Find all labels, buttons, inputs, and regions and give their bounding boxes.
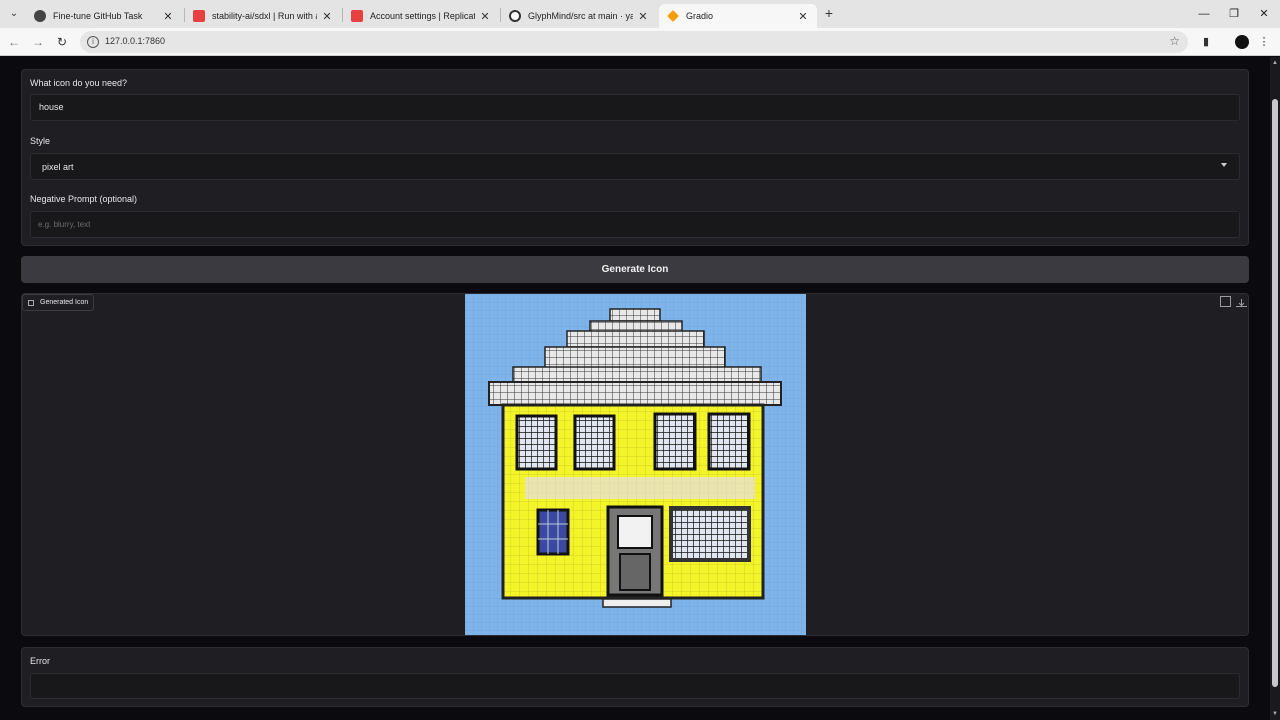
generated-icon-label: Generated Icon (22, 294, 95, 311)
page-scrollbar[interactable]: ▲ ▼ (1270, 57, 1280, 720)
style-label: Style (30, 136, 51, 146)
browser-toolbar: ← → ↻ i 127.0.0.1:7860 ☆ ▮ ⋮ (0, 28, 1280, 56)
openai-icon (34, 10, 46, 22)
close-tab-icon[interactable]: ✕ (162, 10, 174, 23)
negative-prompt-label: Negative Prompt (optional) (30, 194, 138, 204)
browser-menu-icon[interactable]: ⋮ (1256, 34, 1272, 50)
restore-icon[interactable]: ❐ (1226, 6, 1242, 22)
style-value: pixel art (42, 162, 74, 172)
pixel-art-house-icon (465, 294, 806, 635)
replicate-icon (351, 10, 363, 22)
tab-gradio[interactable]: Gradio ✕ (659, 4, 817, 28)
close-tab-icon[interactable]: ✕ (637, 10, 649, 23)
forward-icon[interactable]: → (30, 34, 46, 50)
tab-fine-tune-github-task[interactable]: Fine-tune GitHub Task ✕ (26, 4, 182, 28)
gradio-app: What icon do you need? house Style pixel… (0, 57, 1280, 720)
image-icon (28, 299, 34, 306)
style-dropdown[interactable]: pixel art (30, 153, 1240, 180)
minimize-icon[interactable]: — (1196, 6, 1212, 22)
prompt-input[interactable]: house (30, 94, 1240, 121)
negative-prompt-input[interactable]: e.g. blurry, text (30, 211, 1240, 238)
replicate-icon (193, 10, 205, 22)
generate-icon-button[interactable]: Generate Icon (21, 256, 1249, 283)
negative-prompt-placeholder: e.g. blurry, text (38, 220, 91, 229)
tab-title: Gradio (686, 11, 714, 21)
prompt-value: house (39, 102, 64, 112)
error-panel: Error (21, 647, 1249, 707)
download-icon[interactable] (1236, 296, 1247, 307)
close-tab-icon[interactable]: ✕ (797, 10, 809, 23)
error-output (30, 673, 1240, 699)
profile-avatar[interactable] (1235, 35, 1249, 49)
tab-title: Fine-tune GitHub Task (53, 11, 143, 21)
browser-tab-bar: ⌄ Fine-tune GitHub Task ✕ stability-ai/s… (0, 0, 1280, 28)
tab-title: GlyphMind/src at main · yadukr (528, 11, 633, 21)
tab-title: stability-ai/sdxl | Run with an API (212, 11, 317, 21)
github-icon (509, 10, 521, 22)
close-window-icon[interactable]: ✕ (1256, 6, 1272, 22)
scroll-down-icon[interactable]: ▼ (1272, 711, 1278, 717)
scrollbar-thumb[interactable] (1272, 99, 1278, 687)
bookmark-star-icon[interactable]: ☆ (1169, 34, 1180, 48)
error-label: Error (30, 656, 50, 666)
site-info-icon[interactable]: i (87, 36, 99, 48)
close-tab-icon[interactable]: ✕ (479, 10, 491, 23)
fullscreen-icon[interactable] (1220, 296, 1231, 307)
tab-search-chevron-icon[interactable]: ⌄ (6, 6, 22, 22)
tab-stability-ai-sdxl[interactable]: stability-ai/sdxl | Run with an API ✕ (185, 4, 341, 28)
reload-icon[interactable]: ↻ (54, 34, 70, 50)
address-bar[interactable]: i 127.0.0.1:7860 ☆ (80, 31, 1188, 53)
tab-title: Account settings | Replicate (370, 11, 475, 21)
prompt-label: What icon do you need? (30, 78, 128, 88)
dropdown-arrow-icon[interactable] (1221, 163, 1227, 167)
tab-account-settings[interactable]: Account settings | Replicate ✕ (343, 4, 499, 28)
back-icon[interactable]: ← (6, 34, 22, 50)
gradio-icon (667, 10, 679, 22)
new-tab-icon[interactable]: + (821, 6, 837, 22)
scroll-up-icon[interactable]: ▲ (1272, 60, 1278, 66)
generated-icon-image (465, 294, 806, 635)
close-tab-icon[interactable]: ✕ (321, 10, 333, 23)
url-text[interactable]: 127.0.0.1:7860 (105, 36, 165, 46)
generated-icon-label-text: Generated Icon (40, 299, 89, 306)
input-form-panel: What icon do you need? house Style pixel… (21, 69, 1249, 246)
tab-glyphmind-github[interactable]: GlyphMind/src at main · yadukr ✕ (501, 4, 657, 28)
extensions-icon[interactable]: ▮ (1198, 34, 1214, 50)
